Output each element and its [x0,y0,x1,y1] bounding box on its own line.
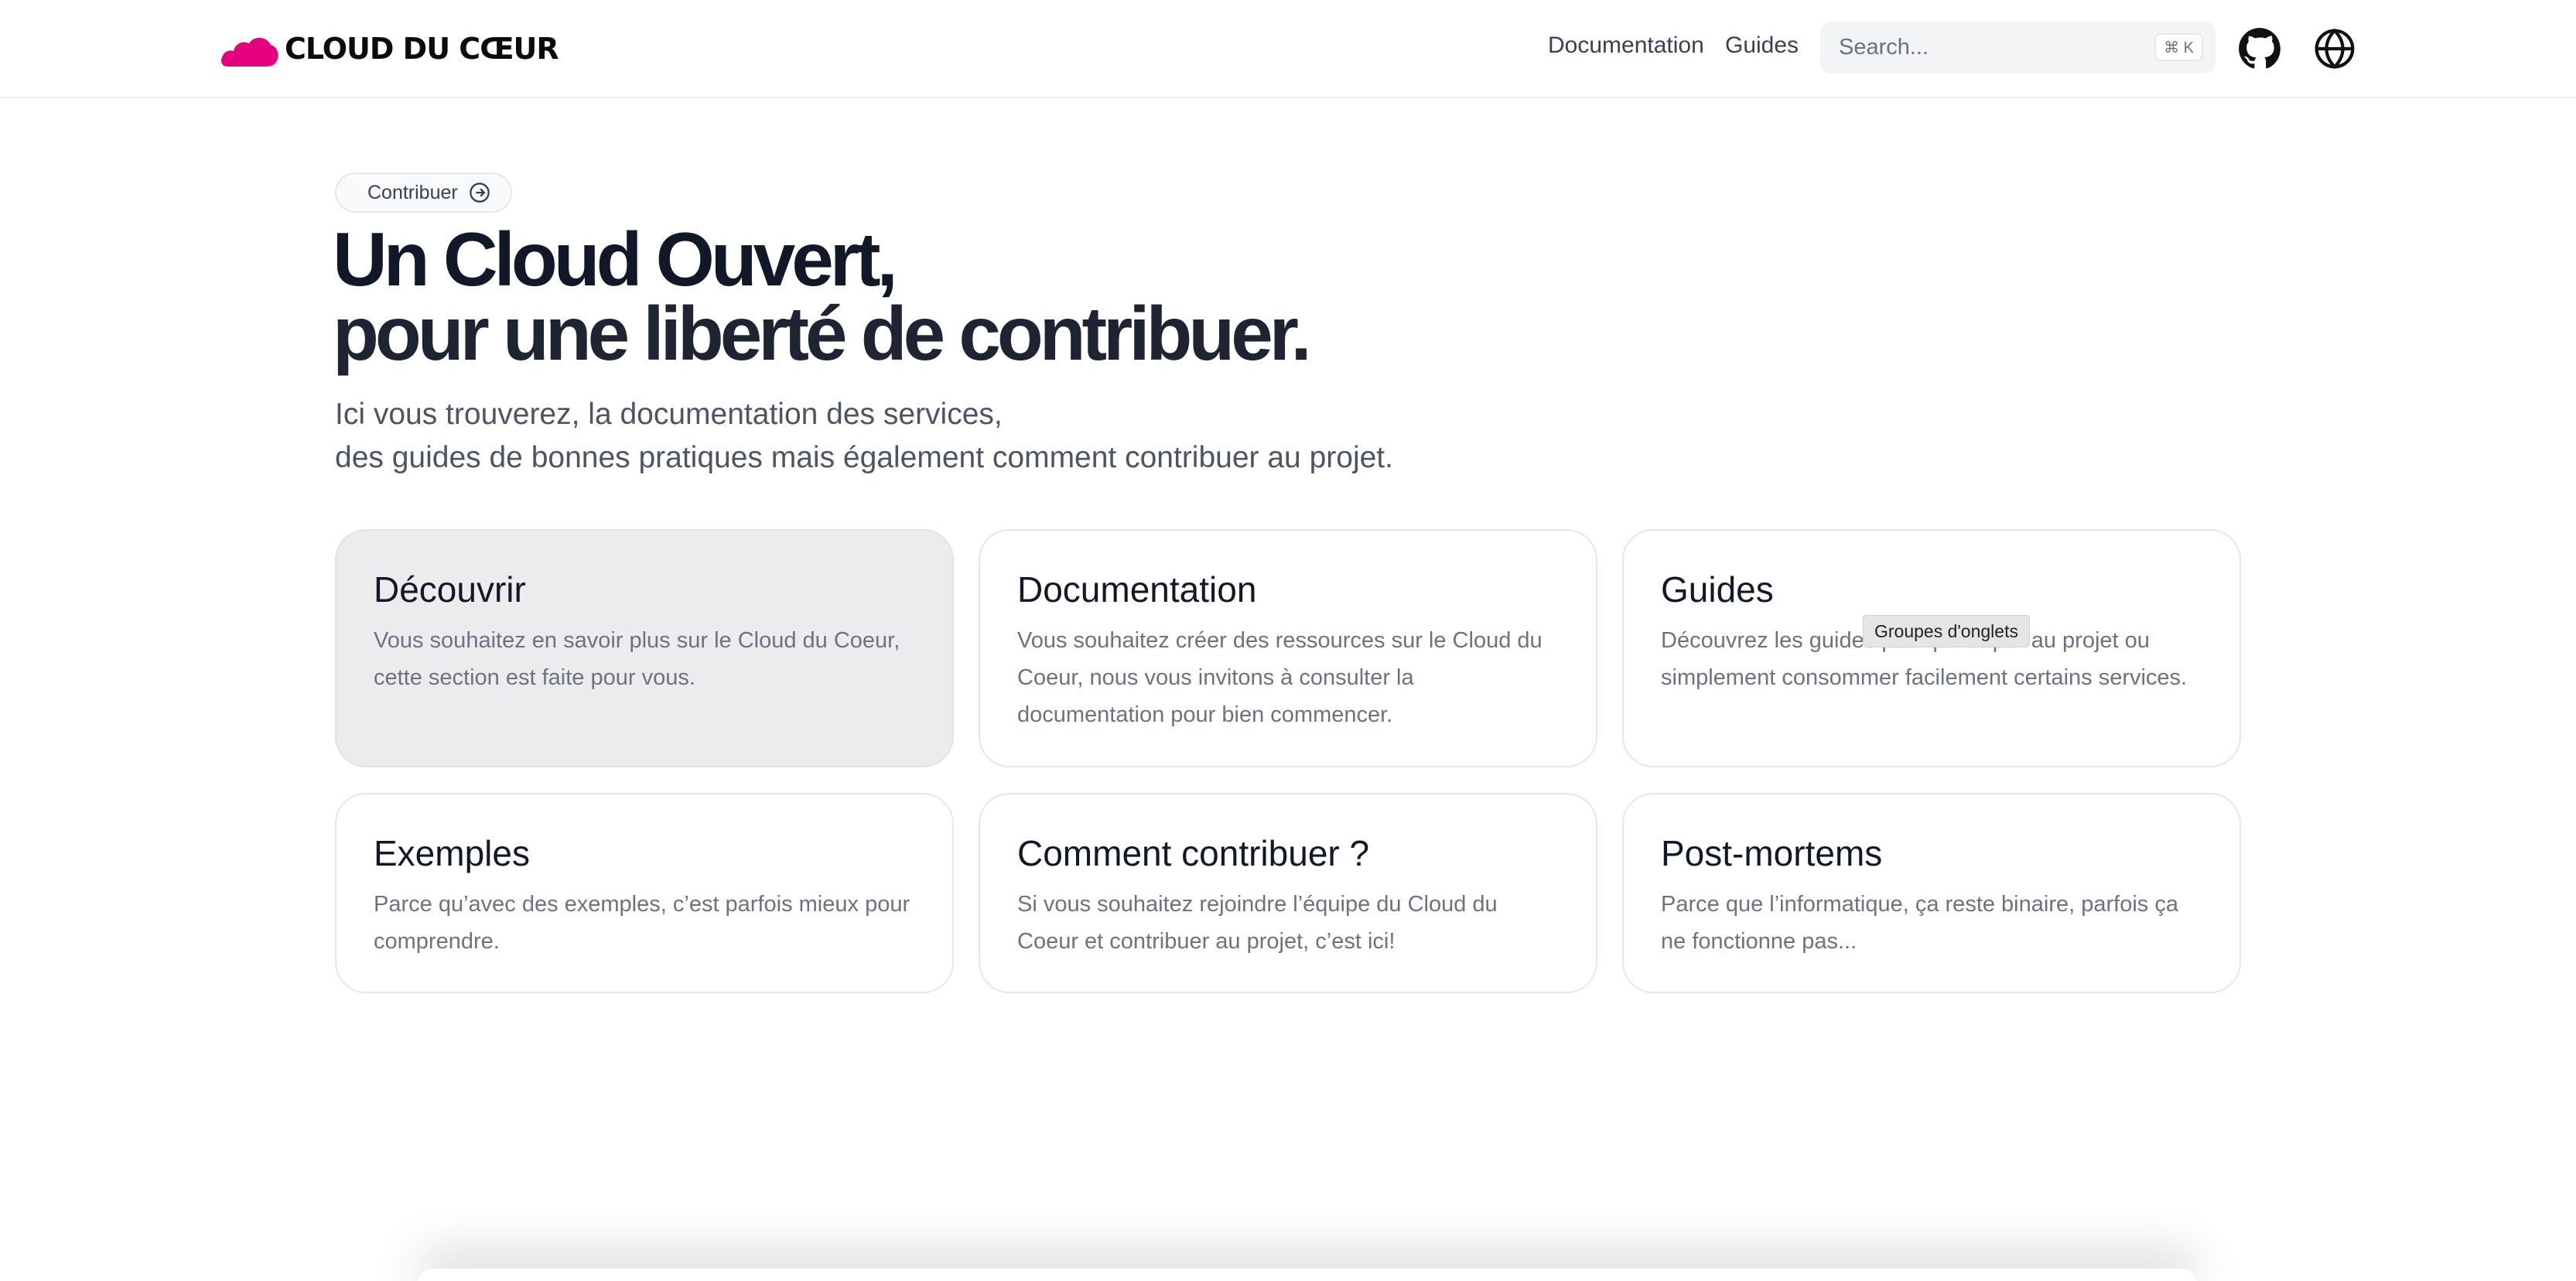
search-shortcut-badge: ⌘ K [2154,33,2203,61]
search-placeholder: Search... [1839,35,1929,60]
card-title: Post-mortems [1661,833,1883,873]
search-input[interactable]: Search... ⌘ K [1820,22,2216,73]
brand-name: CLOUD DU CŒUR [285,32,559,66]
card-title: Découvrir [374,569,526,610]
card-description: Vous souhaitez en savoir plus sur le Clo… [374,628,900,690]
card-exemples[interactable]: Exemples Parce qu’avec des exemples, c’e… [335,793,954,993]
hero-title-line-2: pour une liberté de contribuer. [333,291,1312,376]
tooltip: Groupes d'onglets [1863,615,2030,647]
card-post-mortems[interactable]: Post-mortems Parce que l’informatique, ç… [1622,793,2241,993]
nav-documentation-link[interactable]: Documentation [1548,32,1704,59]
card-description: Parce qu’avec des exemples, c’est parfoi… [374,892,910,954]
card-description: Vous souhaitez créer des ressources sur … [1017,628,1543,727]
cloud-heart-icon [221,37,278,67]
hero-subtitle-line-1: Ici vous trouverez, la documentation des… [335,398,1003,431]
page: CLOUD DU CŒUR Documentation Guides Searc… [0,0,2576,1281]
nav-guides-link[interactable]: Guides [1725,32,1799,59]
card-title: Guides [1661,569,1774,610]
globe-icon[interactable] [2313,27,2356,70]
card-documentation[interactable]: Documentation Vous souhaitez créer des r… [979,529,1597,767]
card-title: Exemples [374,833,530,873]
card-comment-contribuer[interactable]: Comment contribuer ? Si vous souhaitez r… [979,793,1597,993]
contribute-pill-button[interactable]: Contribuer [335,173,512,213]
card-title: Comment contribuer ? [1017,833,1370,873]
card-decouvrir[interactable]: Découvrir Vous souhaitez en savoir plus … [335,529,954,767]
github-icon[interactable] [2238,27,2281,70]
hero-subtitle: Ici vous trouverez, la documentation des… [335,393,1393,480]
top-navbar: CLOUD DU CŒUR Documentation Guides Searc… [0,0,2576,98]
card-description: Parce que l’informatique, ça reste binai… [1661,892,2178,954]
hero-title-line-1: Un Cloud Ouvert, [333,217,898,302]
card-description: Si vous souhaitez rejoindre l’équipe du … [1017,892,1498,954]
card-title: Documentation [1017,569,1257,610]
hero-title: Un Cloud Ouvert, pour une liberté de con… [333,221,1312,376]
card-guides[interactable]: Guides Découvrez les guides pour partici… [1622,529,2241,767]
arrow-circle-right-icon [469,183,490,203]
brand-logo-link[interactable]: CLOUD DU CŒUR [220,29,559,68]
bottom-panel-edge [418,1269,2197,1281]
hero-subtitle-line-2: des guides de bonnes pratiques mais égal… [335,441,1393,474]
pill-label: Contribuer [367,181,458,203]
